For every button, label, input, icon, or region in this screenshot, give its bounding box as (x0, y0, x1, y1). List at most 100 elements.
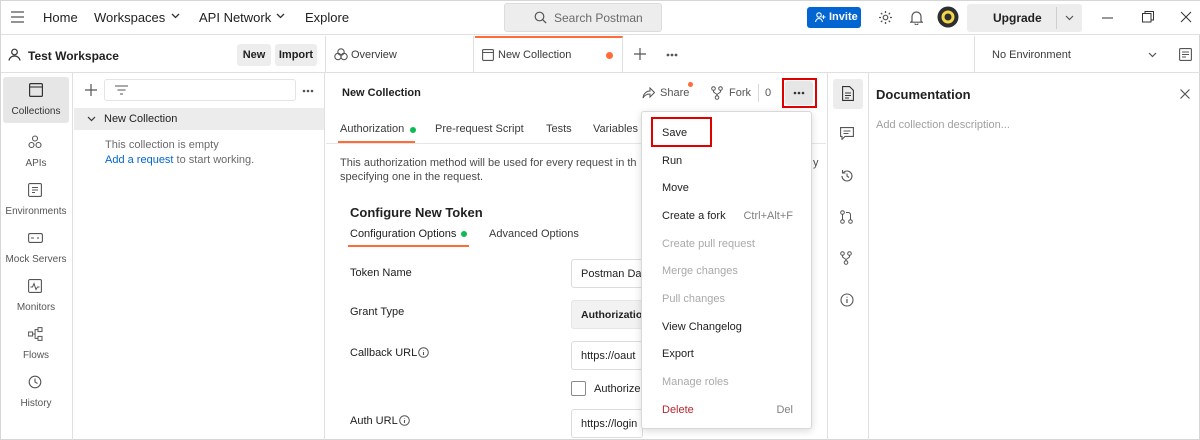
rail-label: Environments (5, 206, 67, 217)
share-icon (642, 87, 655, 99)
menu-item-create-fork[interactable]: Create a fork Ctrl+Alt+F (642, 204, 813, 228)
user-avatar-icon[interactable] (937, 6, 959, 28)
environment-label: No Environment (992, 49, 1071, 61)
close-window-icon[interactable] (1180, 11, 1192, 23)
chevron-down-icon[interactable] (1065, 15, 1074, 21)
menu-item-view-changelog[interactable]: View Changelog (642, 315, 813, 339)
subtab-variables[interactable]: Variables (593, 123, 638, 135)
tab-configuration-options[interactable]: Configuration Options (350, 228, 456, 240)
info-icon[interactable] (418, 347, 429, 358)
top-bar: Home Workspaces API Network Explore Sear… (1, 1, 1200, 35)
auth-description-line-2: specifying one in the request. (340, 171, 484, 183)
menu-item-move[interactable]: Move (642, 176, 813, 200)
menu-item-create-pull-request: Create pull request (642, 232, 813, 256)
search-placeholder: Search Postman (554, 11, 643, 25)
close-icon[interactable] (1180, 89, 1190, 99)
info-icon[interactable] (399, 415, 410, 426)
restore-window-icon[interactable] (1142, 11, 1154, 23)
tab-new-collection[interactable]: New Collection (475, 36, 623, 73)
shortcut-label: Del (776, 404, 793, 416)
collection-row[interactable]: New Collection (74, 108, 324, 130)
grant-type-label: Grant Type (350, 306, 405, 318)
subtab-authorization[interactable]: Authorization (340, 123, 404, 135)
fork-count: 0 (765, 87, 772, 99)
api-network-menu[interactable]: API Network (199, 10, 271, 25)
unsaved-changes-dot (606, 52, 613, 59)
fork-icon (711, 86, 723, 100)
forks-icon[interactable] (840, 251, 852, 265)
chevron-down-icon (276, 13, 285, 19)
add-collection-icon[interactable] (85, 84, 97, 96)
auth-url-label: Auth URL (350, 415, 398, 427)
documentation-tab[interactable] (833, 79, 863, 109)
search-box[interactable]: Search Postman (504, 3, 662, 32)
workspaces-menu[interactable]: Workspaces (94, 10, 165, 25)
auth-description-tail: y (813, 157, 819, 169)
authorize-label: Authorize (594, 383, 641, 395)
documentation-title: Documentation (876, 87, 971, 102)
collection-description-input[interactable]: Add collection description... (876, 119, 1010, 131)
menu-item-label: Create pull request (662, 238, 755, 250)
changelog-icon[interactable] (840, 169, 854, 183)
sidebar-item-apis[interactable]: APIs (1, 129, 71, 175)
menu-item-label: View Changelog (662, 321, 742, 333)
sidebar-item-mock-servers[interactable]: Mock Servers (1, 225, 71, 271)
share-button[interactable]: Share (660, 87, 689, 99)
settings-gear-icon[interactable] (878, 10, 893, 25)
history-icon (28, 375, 42, 389)
home-link[interactable]: Home (43, 10, 78, 25)
minimize-icon[interactable] (1102, 17, 1113, 19)
tab-overview[interactable]: Overview (325, 36, 474, 73)
grant-type-select[interactable]: Authorization (571, 300, 643, 329)
chevron-down-icon[interactable] (87, 116, 96, 122)
add-tab-icon[interactable] (634, 48, 646, 60)
search-icon (534, 11, 547, 24)
upgrade-button[interactable]: Upgrade (967, 4, 1082, 32)
menu-item-export[interactable]: Export (642, 342, 813, 366)
tab-label: Overview (351, 49, 397, 61)
info-icon[interactable] (840, 293, 854, 307)
pull-requests-icon[interactable] (840, 210, 853, 224)
invite-button[interactable]: Invite (807, 7, 861, 28)
menu-item-label: Run (662, 155, 683, 167)
highlight-box (782, 78, 817, 108)
menu-item-label: Pull changes (662, 293, 725, 305)
menu-item-run[interactable]: Run (642, 149, 813, 173)
chevron-down-icon (171, 13, 180, 19)
menu-item-delete[interactable]: Delete Del (642, 398, 813, 422)
more-tabs-icon[interactable] (666, 53, 678, 57)
hamburger-menu-icon[interactable] (11, 11, 24, 23)
auth-url-input[interactable]: https://login (571, 409, 643, 438)
environment-quick-look-icon[interactable] (1179, 48, 1192, 61)
environments-icon (28, 183, 42, 197)
more-options-icon[interactable] (302, 89, 314, 93)
notifications-bell-icon[interactable] (910, 10, 923, 25)
chevron-down-icon (1148, 52, 1157, 58)
sidebar-item-environments[interactable]: Environments (1, 177, 71, 223)
add-request-link[interactable]: Add a request (105, 154, 174, 166)
environment-selector[interactable]: No Environment (974, 36, 1168, 73)
tab-advanced-options[interactable]: Advanced Options (489, 228, 579, 240)
workspace-name: Test Workspace (28, 49, 119, 63)
add-request-line: Add a request to start working. (105, 154, 254, 166)
menu-item-merge-changes: Merge changes (642, 259, 813, 283)
filter-collections-input[interactable] (104, 79, 296, 101)
callback-url-input[interactable]: https://oaut (571, 341, 643, 370)
workspace-bar: Test Workspace New Import Overview New C… (1, 36, 1200, 73)
page-title: New Collection (342, 87, 421, 99)
token-name-input[interactable]: Postman Da (571, 259, 643, 288)
subtab-pre-request-script[interactable]: Pre-request Script (435, 123, 524, 135)
sidebar-item-history[interactable]: History (1, 369, 71, 415)
authorize-checkbox[interactable] (571, 381, 586, 396)
fork-button[interactable]: Fork (729, 87, 751, 99)
menu-item-label: Delete (662, 404, 694, 416)
sidebar-item-flows[interactable]: Flows (1, 321, 71, 367)
new-button[interactable]: New (237, 44, 271, 66)
import-button[interactable]: Import (275, 44, 317, 66)
explore-link[interactable]: Explore (305, 10, 349, 25)
subtab-tests[interactable]: Tests (546, 123, 572, 135)
sidebar-item-monitors[interactable]: Monitors (1, 273, 71, 319)
sidebar-item-collections[interactable]: Collections (3, 77, 69, 123)
comments-icon[interactable] (840, 127, 854, 140)
upgrade-label: Upgrade (993, 11, 1042, 25)
